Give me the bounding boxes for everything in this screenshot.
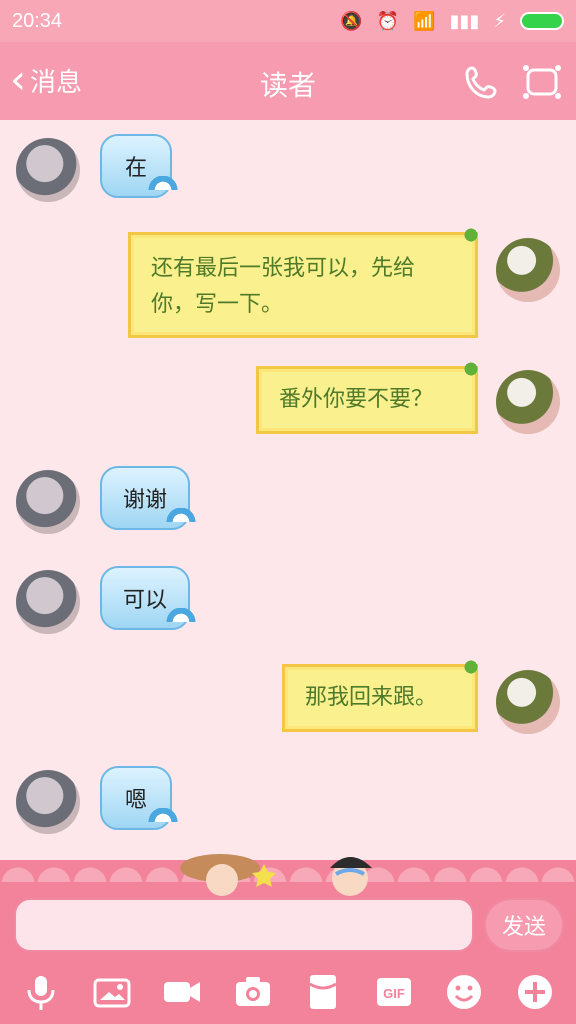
message-text: 番外你要不要？: [279, 387, 434, 412]
contact-avatar[interactable]: [16, 770, 80, 834]
message-bubble-outgoing[interactable]: 番外你要不要？: [256, 359, 481, 434]
svg-text:GIF: GIF: [383, 986, 405, 1001]
title-bar: ‹ 消息 读者: [0, 42, 576, 120]
camera-icon[interactable]: [230, 969, 276, 1015]
contact-avatar[interactable]: [16, 570, 80, 634]
image-icon[interactable]: [89, 969, 135, 1015]
alarm-icon: ⏰: [376, 10, 400, 32]
message-text: 谢谢: [122, 488, 167, 513]
status-time: 20:34: [12, 9, 63, 32]
red-packet-icon[interactable]: [300, 969, 346, 1015]
battery-icon: [520, 12, 564, 30]
profile-icon[interactable]: [522, 62, 562, 102]
message-text: 还有最后一张我可以，先给你，写一下。: [151, 256, 416, 317]
message-text: 可以: [122, 588, 167, 613]
video-call-icon[interactable]: [159, 969, 205, 1015]
message-bubble-incoming[interactable]: 谢谢: [100, 466, 196, 530]
plus-icon[interactable]: [512, 969, 558, 1015]
charging-icon: ⚡: [493, 10, 506, 32]
message-bubble-incoming[interactable]: 在: [100, 134, 178, 198]
message-input[interactable]: [14, 898, 474, 952]
my-avatar[interactable]: [496, 238, 560, 302]
message-text: 那我回来跟。: [305, 685, 438, 710]
send-button[interactable]: 发送: [484, 898, 564, 952]
message-bubble-incoming[interactable]: 嗯: [100, 766, 178, 830]
status-bar: 20:34 🔕 ⏰ 📶 ▮▮▮ ⚡: [0, 0, 576, 42]
send-label: 发送: [501, 915, 546, 940]
message-bubble-outgoing[interactable]: 还有最后一张我可以，先给你，写一下。: [128, 225, 481, 338]
chat-area[interactable]: 在 还有最后一张我可以，先给你，写一下。 番外你要不要？ 谢谢 可以 那我回来跟…: [0, 120, 576, 860]
message-bubble-outgoing[interactable]: 那我回来跟。: [282, 657, 481, 732]
message-bubble-incoming[interactable]: 可以: [100, 566, 196, 630]
message-text: 在: [124, 156, 147, 181]
wifi-icon: 📶: [413, 10, 436, 32]
contact-avatar[interactable]: [16, 470, 80, 534]
status-icons: 🔕 ⏰ 📶 ▮▮▮ ⚡: [340, 11, 564, 32]
gif-icon[interactable]: GIF: [371, 969, 417, 1015]
input-toolbar: GIF: [0, 960, 576, 1024]
microphone-icon[interactable]: [18, 969, 64, 1015]
signal-icon: ▮▮▮: [449, 10, 480, 32]
my-avatar[interactable]: [496, 370, 560, 434]
mute-icon: 🔕: [340, 10, 363, 32]
contact-avatar[interactable]: [16, 138, 80, 202]
my-avatar[interactable]: [496, 670, 560, 734]
message-text: 嗯: [124, 788, 147, 813]
phone-icon[interactable]: [462, 62, 502, 102]
anime-sticker-decoration: [180, 854, 372, 896]
emoji-icon[interactable]: [441, 969, 487, 1015]
